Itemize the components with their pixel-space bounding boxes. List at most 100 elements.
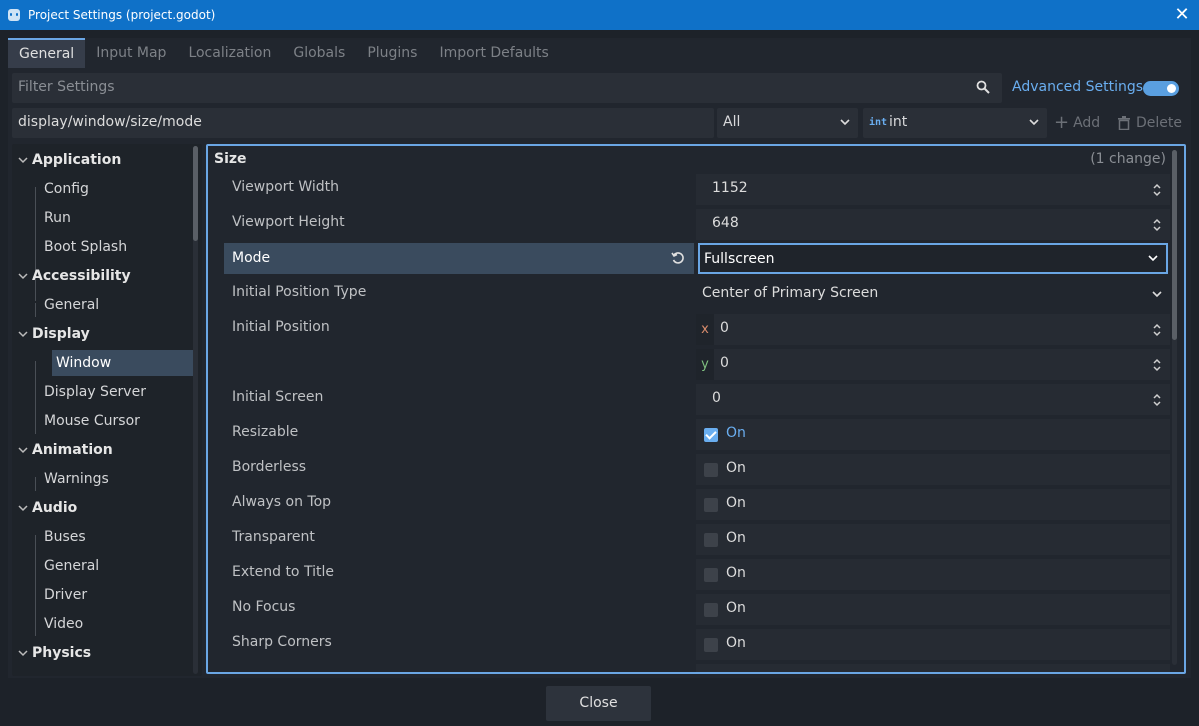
- type-select[interactable]: int int: [863, 108, 1047, 138]
- property-path-input[interactable]: display/window/size/mode: [12, 108, 714, 138]
- collapse-arrow-icon[interactable]: [18, 147, 28, 173]
- viewport-width-spinbox[interactable]: 1152: [696, 174, 1170, 205]
- tree-item-general[interactable]: General: [44, 292, 99, 318]
- collapse-arrow-icon[interactable]: [18, 495, 28, 521]
- property-row-always-on-top: Always on Top On: [224, 487, 1170, 522]
- scope-select[interactable]: All: [717, 108, 858, 138]
- tree-category-accessibility[interactable]: Accessibility: [32, 263, 131, 289]
- always-on-top-checkbox[interactable]: On: [696, 489, 1170, 520]
- tree-item-driver[interactable]: Driver: [44, 582, 87, 608]
- add-button[interactable]: + Add: [1054, 108, 1100, 138]
- sharp-corners-checkbox[interactable]: On: [696, 629, 1170, 660]
- stepper-icon[interactable]: [1152, 182, 1162, 198]
- section-header[interactable]: Size (1 change): [208, 146, 1184, 174]
- property-label: No Focus: [232, 599, 296, 615]
- tree-item-display-server[interactable]: Display Server: [44, 379, 146, 405]
- filter-settings-input[interactable]: Filter Settings: [12, 73, 1002, 103]
- initial-screen-spinbox[interactable]: 0: [696, 384, 1170, 415]
- tab-import-defaults[interactable]: Import Defaults: [428, 38, 559, 68]
- collapse-arrow-icon[interactable]: [18, 321, 28, 347]
- transparent-checkbox[interactable]: On: [696, 524, 1170, 555]
- tree-item-boot-splash[interactable]: Boot Splash: [44, 234, 127, 260]
- property-label: Viewport Width: [232, 179, 340, 195]
- stepper-icon[interactable]: [1152, 392, 1162, 408]
- resizable-checkbox[interactable]: On: [696, 419, 1170, 450]
- collapse-arrow-icon[interactable]: [18, 640, 28, 666]
- property-label: Initial Screen: [232, 389, 324, 405]
- property-row-partial: [224, 662, 1170, 672]
- advanced-settings-label: Advanced Settings: [1012, 79, 1144, 95]
- close-icon[interactable]: ✕: [1171, 4, 1193, 26]
- tree-category-application[interactable]: Application: [32, 147, 121, 173]
- property-label: Extend to Title: [232, 564, 334, 580]
- stepper-icon[interactable]: [1152, 217, 1162, 233]
- property-inspector: Size (1 change) Viewport Width 1152 View…: [206, 144, 1186, 674]
- checkbox-icon[interactable]: [704, 603, 718, 617]
- property-value: On: [726, 495, 746, 511]
- tree-item-buses[interactable]: Buses: [44, 524, 86, 550]
- property-value: On: [726, 635, 746, 651]
- checkbox-icon[interactable]: [704, 463, 718, 477]
- inspector-scrollbar-thumb[interactable]: [1172, 150, 1177, 340]
- int-type-icon: int: [869, 117, 888, 128]
- close-button[interactable]: Close: [546, 686, 651, 721]
- tab-plugins[interactable]: Plugins: [356, 38, 428, 68]
- y-axis-label: y: [696, 349, 714, 380]
- tab-general[interactable]: General: [8, 38, 86, 68]
- tree-category-physics[interactable]: Physics: [32, 640, 91, 666]
- property-row-mode: Mode Fullscreen: [224, 243, 1170, 278]
- no-focus-checkbox[interactable]: On: [696, 594, 1170, 625]
- tree-item-general[interactable]: General: [44, 553, 99, 579]
- tree-item-warnings[interactable]: Warnings: [44, 466, 109, 492]
- property-row-initial-position: Initial Position x 0: [224, 312, 1170, 347]
- tree-item-mouse-cursor[interactable]: Mouse Cursor: [44, 408, 140, 434]
- tree-guide-line: [35, 303, 36, 317]
- property-row-initial-position-y: y 0: [224, 347, 1170, 382]
- borderless-checkbox[interactable]: On: [696, 454, 1170, 485]
- property-row-borderless: Borderless On: [224, 452, 1170, 487]
- chevron-down-icon: [1148, 255, 1158, 262]
- settings-category-tree: Application Config Run Boot Splash Acces…: [12, 144, 202, 676]
- initial-position-y-spinbox[interactable]: y 0: [696, 349, 1170, 380]
- tab-bar: General Input Map Localization Globals P…: [8, 38, 560, 68]
- tab-localization[interactable]: Localization: [177, 38, 282, 68]
- initial-position-x-spinbox[interactable]: x 0: [696, 314, 1170, 345]
- tree-item-config[interactable]: Config: [44, 176, 89, 202]
- property-row-no-focus: No Focus On: [224, 592, 1170, 627]
- property-value: Fullscreen: [704, 251, 775, 267]
- advanced-settings-toggle[interactable]: [1143, 81, 1179, 96]
- delete-button[interactable]: Delete: [1117, 108, 1182, 138]
- tree-category-display[interactable]: Display: [32, 321, 90, 347]
- revert-icon[interactable]: [671, 251, 685, 265]
- tab-globals[interactable]: Globals: [282, 38, 356, 68]
- tree-item-window[interactable]: Window: [52, 350, 196, 376]
- selected-row-background: [224, 243, 694, 274]
- tree-item-video[interactable]: Video: [44, 611, 83, 637]
- plus-icon: +: [1054, 112, 1070, 133]
- extend-to-title-checkbox[interactable]: On: [696, 559, 1170, 590]
- collapse-arrow-icon[interactable]: [18, 437, 28, 463]
- checkbox-icon[interactable]: [704, 568, 718, 582]
- checkbox-checked-icon[interactable]: [704, 428, 718, 442]
- tree-category-animation[interactable]: Animation: [32, 437, 113, 463]
- tree-scrollbar[interactable]: [193, 146, 198, 674]
- inspector-scrollbar[interactable]: [1172, 150, 1177, 665]
- mode-dropdown[interactable]: Fullscreen: [698, 243, 1168, 274]
- initial-position-type-dropdown[interactable]: Center of Primary Screen: [696, 279, 1170, 310]
- stepper-icon[interactable]: [1152, 357, 1162, 373]
- property-row-resizable: Resizable On: [224, 417, 1170, 452]
- chevron-down-icon: [1152, 291, 1162, 298]
- stepper-icon[interactable]: [1152, 322, 1162, 338]
- checkbox-icon[interactable]: [704, 533, 718, 547]
- checkbox-icon[interactable]: [704, 498, 718, 512]
- tree-category-audio[interactable]: Audio: [32, 495, 77, 521]
- tab-input-map[interactable]: Input Map: [85, 38, 177, 68]
- viewport-height-spinbox[interactable]: 648: [696, 209, 1170, 240]
- trash-icon: [1118, 116, 1130, 130]
- checkbox-icon[interactable]: [704, 638, 718, 652]
- tree-guide-line: [35, 361, 36, 434]
- tree-item-run[interactable]: Run: [44, 205, 71, 231]
- property-row-viewport-width: Viewport Width 1152: [224, 172, 1170, 207]
- collapse-arrow-icon[interactable]: [18, 263, 28, 289]
- tree-scrollbar-thumb[interactable]: [193, 146, 198, 241]
